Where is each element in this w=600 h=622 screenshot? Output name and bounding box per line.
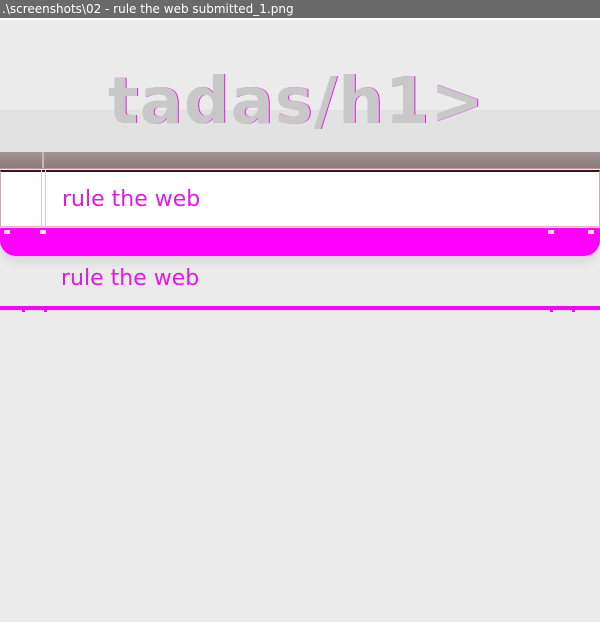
titlebar-divider	[0, 18, 600, 20]
window-titlebar: .\screenshots\02 - rule the web submitte…	[0, 0, 600, 18]
edge-speck	[588, 230, 594, 234]
edge-speck	[548, 230, 554, 234]
border-dot	[572, 306, 575, 312]
todo-item[interactable]: rule the web	[0, 256, 600, 306]
edge-speck	[4, 230, 10, 234]
new-todo-input[interactable]	[0, 170, 600, 227]
todo-item-label[interactable]: rule the web	[61, 264, 199, 294]
todo-list: rule the web	[0, 256, 600, 306]
border-dot	[44, 306, 47, 312]
border-dot	[22, 306, 25, 312]
list-bottom-border	[0, 306, 600, 312]
border-dot	[550, 306, 553, 312]
edge-speck	[40, 230, 46, 234]
page-title: tadas/h1>	[108, 65, 485, 139]
header-bar-notch	[42, 152, 44, 168]
input-bottom-edge	[0, 228, 600, 256]
input-header-bar	[0, 152, 600, 169]
window-title: .\screenshots\02 - rule the web submitte…	[2, 2, 294, 16]
